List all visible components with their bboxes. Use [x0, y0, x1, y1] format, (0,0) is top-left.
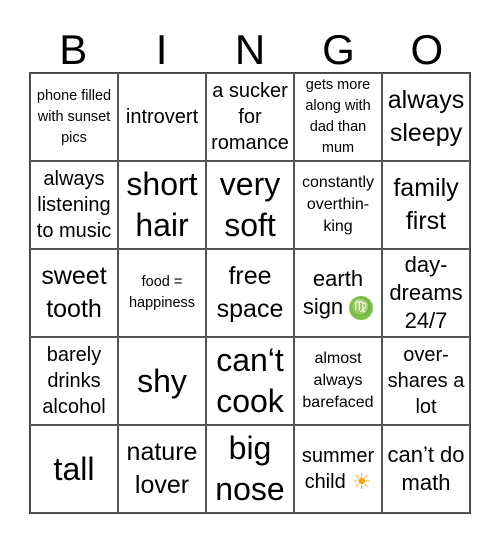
header-letter-o: O: [410, 26, 444, 73]
bingo-cell[interactable]: phone filled with sunset pics: [30, 73, 118, 161]
cell-text: big nose: [215, 430, 285, 507]
bingo-cell[interactable]: can‘t cook: [206, 337, 294, 425]
bingo-cell[interactable]: constantly overthin-king: [294, 161, 382, 249]
cell-text: barely drinks alcohol: [42, 344, 106, 418]
header-letter-n: N: [234, 26, 266, 73]
cell-text: family first: [393, 174, 459, 235]
bingo-cell[interactable]: shy: [118, 337, 206, 425]
bingo-cell[interactable]: gets more along with dad than mum: [294, 73, 382, 161]
cell-text: shy: [137, 362, 187, 399]
cell-text: sweet tooth: [41, 262, 107, 323]
cell-text: free space: [216, 262, 284, 323]
bingo-cell[interactable]: always listening to music: [30, 161, 118, 249]
cell-text: can‘t cook: [216, 342, 284, 419]
bingo-cell[interactable]: can’t do math: [382, 425, 470, 513]
bingo-cell[interactable]: very soft: [206, 161, 294, 249]
bingo-cell[interactable]: summer child ☀: [294, 425, 382, 513]
virgo-icon: ♍: [349, 296, 374, 321]
bingo-cell[interactable]: tall: [30, 425, 118, 513]
bingo-cell[interactable]: free space: [206, 249, 294, 337]
cell-text: constantly overthin-king: [301, 174, 375, 235]
bingo-cell[interactable]: barely drinks alcohol: [30, 337, 118, 425]
bingo-cell[interactable]: nature lover: [118, 425, 206, 513]
bingo-cell[interactable]: big nose: [206, 425, 294, 513]
header-letter-g: G: [322, 26, 355, 73]
cell-text: always listening to music: [36, 168, 112, 242]
bingo-grid: phone filled with sunset pics introvert a …: [29, 72, 471, 514]
cell-text: very soft: [219, 166, 281, 243]
header-letter-i: I: [155, 26, 168, 73]
bingo-cell[interactable]: short hair: [118, 161, 206, 249]
cell-text: gets more along with dad than mum: [305, 77, 371, 156]
bingo-cell[interactable]: sweet tooth: [30, 249, 118, 337]
bingo-cell[interactable]: almost always barefaced: [294, 337, 382, 425]
cell-text: always sleepy: [387, 86, 465, 147]
bingo-header: B I N G O: [29, 28, 471, 72]
cell-text: tall: [53, 450, 95, 487]
bingo-cell[interactable]: earth sign ♍: [294, 249, 382, 337]
bingo-cell[interactable]: food = happiness: [118, 249, 206, 337]
header-letter-b: B: [59, 26, 88, 73]
cell-text: food = happiness: [128, 274, 196, 311]
cell-text: phone filled with sunset pics: [36, 87, 112, 146]
sun-icon: ☀: [351, 469, 372, 495]
cell-text: over-shares a lot: [387, 344, 465, 418]
bingo-cell[interactable]: family first: [382, 161, 470, 249]
bingo-cell[interactable]: day-dreams 24/7: [382, 249, 470, 337]
bingo-cell[interactable]: a sucker for romance: [206, 73, 294, 161]
cell-text: day-dreams 24/7: [389, 252, 463, 333]
cell-text: a sucker for romance: [211, 80, 289, 154]
cell-text: introvert: [125, 106, 199, 128]
bingo-cell[interactable]: over-shares a lot: [382, 337, 470, 425]
bingo-cell[interactable]: always sleepy: [382, 73, 470, 161]
cell-text: can’t do math: [387, 442, 465, 495]
cell-text: nature lover: [126, 438, 198, 499]
cell-text: almost always barefaced: [302, 350, 374, 411]
cell-text: short hair: [126, 166, 198, 243]
bingo-cell[interactable]: introvert: [118, 73, 206, 161]
